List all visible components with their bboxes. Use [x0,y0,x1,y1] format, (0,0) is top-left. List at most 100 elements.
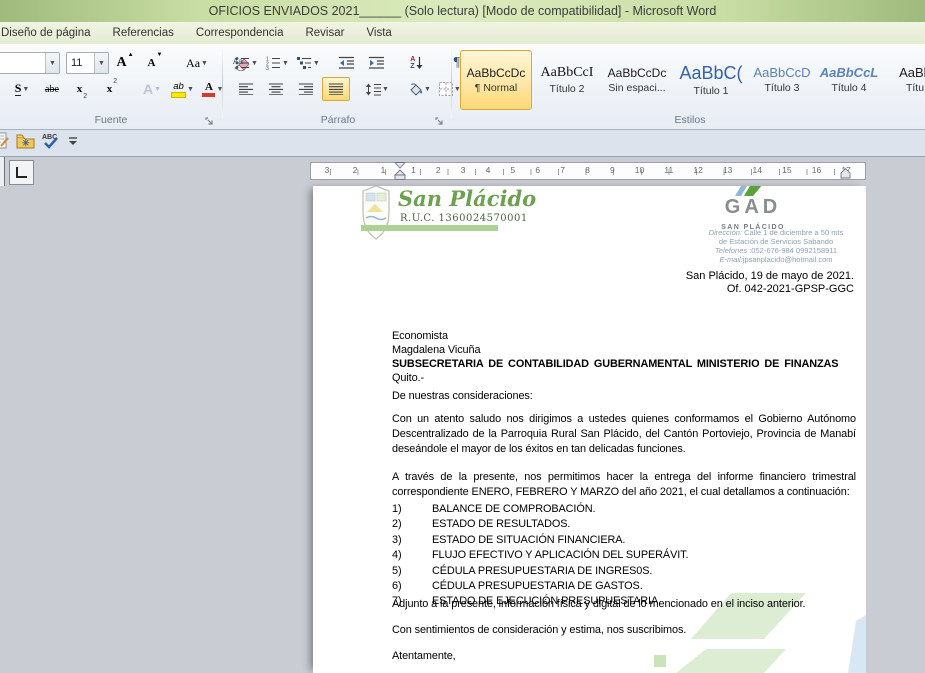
ruler-number: 7 [560,165,565,175]
tab-correspondencia[interactable]: Correspondencia [185,24,295,42]
left-tab-icon [16,167,27,178]
document-area: San Plácido R.U.C. 1360024570001 GAD SAN… [0,186,925,673]
edit-document-icon[interactable] [0,132,10,154]
line-spacing-button[interactable]: ▼ [362,77,392,101]
paint-bucket-icon [407,82,423,96]
shading-button[interactable]: ▼ [404,77,434,101]
paragraph-group-label: Párrafo [226,114,450,126]
increase-indent-button[interactable] [363,51,391,75]
strikethrough-button[interactable]: abe [38,77,66,101]
bullet-list-icon [235,56,250,70]
ruler-number: 10 [635,165,644,175]
org-ruc: R.U.C. 1360024570001 [400,213,528,224]
sort-button[interactable]: A Z [403,51,431,75]
ruler-number: 4 [486,165,491,175]
list-item: 6)CÉDULA PRESUPUESTARIA DE GASTOS. [392,579,856,594]
spell-check-icon[interactable]: ABC [41,132,61,155]
toolbar-options-dropdown[interactable] [67,134,79,152]
address-line: Telefones :052-676-984 0992158911 [683,246,866,255]
recipient-block: Economista Magdalena Vicuña SUBSECRETARI… [392,329,856,385]
align-left-button[interactable] [232,77,260,101]
ruler-number: 2 [436,165,441,175]
highlight-color-button[interactable]: ab ▼ [168,77,197,101]
style-chip-sin-espaciado[interactable]: AaBbCcDc Sin espaci... [602,50,672,110]
justify-button[interactable] [322,77,350,101]
font-name-combo[interactable]: ▼ [0,52,60,74]
text-effects-button[interactable]: A ▼ [138,77,166,101]
highlight-color-bar [171,92,186,98]
recipient-position: SUBSECRETARIA DE CONTABILIDAD GUBERNAMEN… [392,357,856,371]
ruler-number: 9 [610,165,615,175]
chevron-down-icon: ▼ [201,60,208,67]
indent-icon [369,56,384,70]
paragraph-2: A través de la presente, nos permitimos … [392,470,856,500]
numbering-button[interactable]: 1 2 3 ▼ [263,51,292,75]
bullets-button[interactable]: ▼ [232,51,261,75]
tab-vista[interactable]: Vista [355,24,402,42]
chevron-down-icon: ▼ [154,86,161,93]
window-title: OFICIOS ENVIADOS 2021______ (Solo lectur… [209,4,717,18]
folder-special-icon[interactable]: ✳ [16,133,35,154]
date-block: San Plácido, 19 de mayo de 2021. Of. 042… [686,270,854,296]
change-case-button[interactable]: Aa ▼ [183,51,211,75]
paragraph-dialog-launcher[interactable] [434,114,445,125]
chevron-down-icon: ▼ [382,86,389,93]
shrink-font-button[interactable]: A ▼ [141,51,169,75]
ruler-number: 14 [753,165,762,175]
multilevel-list-icon [297,56,312,70]
ruler-number: 1 [381,165,386,175]
horizontal-ruler[interactable]: 3 2 1 1 2 3 4 5 6 7 8 9 10 11 12 13 14 1… [310,162,866,180]
font-size-combo[interactable]: 11 ▼ [66,52,109,74]
chevron-down-icon[interactable]: ▼ [45,53,59,73]
svg-text:3: 3 [266,66,269,70]
tab-diseno-de-pagina[interactable]: Diseño de página [0,24,102,42]
style-chip-cut[interactable]: AaBb Títu [884,50,925,110]
group-divider [222,50,223,118]
align-right-button[interactable] [292,77,320,101]
ruler-number: 6 [535,165,540,175]
tab-revisar[interactable]: Revisar [294,24,355,42]
salutation: De nuestras consideraciones: [392,390,856,402]
align-center-button[interactable] [262,77,290,101]
justify-icon [329,83,343,95]
line-spacing-icon [365,83,381,96]
header-green-bar [361,225,498,231]
underline-button[interactable]: S ▼ [8,77,36,101]
style-chip-titulo-3[interactable]: AaBbCcD Título 3 [750,50,814,110]
font-dialog-launcher[interactable] [204,114,215,125]
ruler-number: 1 [411,165,416,175]
style-chip-normal[interactable]: AaBbCcDc ¶ Normal [460,50,532,110]
address-line: Dirección: Calle 1 de diciembre a 50 mts [683,228,866,237]
svg-text:✳: ✳ [22,138,30,148]
ruler-number: 12 [693,165,702,175]
quick-toolbar: ✳ ABC [0,130,925,157]
multilevel-list-button[interactable]: ▼ [294,51,323,75]
grow-font-button[interactable]: A ▲ [111,51,139,75]
ruler-numbers: 1 2 3 4 5 6 7 8 9 10 11 12 13 14 15 16 1… [401,165,861,175]
style-chip-titulo-1[interactable]: AaBbC( Título 1 [674,50,748,110]
style-chip-titulo-2[interactable]: AaBbCcI Título 2 [534,50,600,110]
ruler-number: 16 [812,165,821,175]
list-item: 4)FLUJO EFECTIVO Y APLICACIÓN DEL SUPERÁ… [392,548,856,563]
title-bar[interactable]: OFICIOS ENVIADOS 2021______ (Solo lectur… [0,0,925,22]
align-right-icon [299,83,313,95]
recipient-title: Economista [392,329,856,343]
style-chip-titulo-4[interactable]: AaBbCcL Título 4 [816,50,882,110]
ruler-number: 13 [723,165,732,175]
document-page[interactable]: San Plácido R.U.C. 1360024570001 GAD SAN… [313,186,866,673]
right-indent-marker[interactable] [839,166,852,179]
closing-line-3: Atentamente, [392,650,856,662]
chevron-down-icon[interactable]: ▼ [94,53,108,73]
paragraph-controls-row1: ▼ 1 2 3 ▼ ▼ [232,51,471,75]
tab-referencias[interactable]: Referencias [102,24,185,42]
superscript-button[interactable]: x 2 [98,77,126,101]
recipient-name: Magdalena Vicuña [392,343,856,357]
list-item: 1)BALANCE DE COMPROBACIÓN. [392,502,856,517]
ruler-number: 15 [782,165,791,175]
subscript-button[interactable]: x 2 [68,77,96,101]
ref-line: Of. 042-2021-GPSP-GGC [686,283,854,296]
ribbon-tab-row: Diseño de página Referencias Corresponde… [0,22,925,44]
decrease-indent-button[interactable] [333,51,361,75]
list-item: 2)ESTADO DE RESULTADOS. [392,517,856,532]
tab-stop-selector[interactable] [9,160,34,185]
